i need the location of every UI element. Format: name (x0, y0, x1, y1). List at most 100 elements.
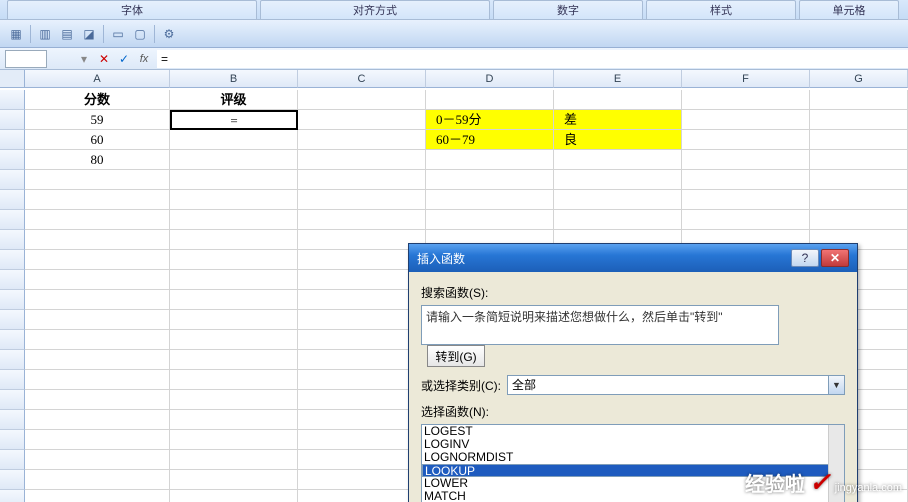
cell-empty[interactable] (554, 210, 682, 230)
cell-empty[interactable] (25, 230, 170, 250)
row-header[interactable] (0, 190, 25, 210)
cell-empty[interactable] (25, 310, 170, 330)
cell-E3[interactable]: 良 (554, 130, 682, 150)
cell-A2[interactable]: 59 (25, 110, 170, 130)
cell-empty[interactable] (298, 470, 426, 490)
cell-G3[interactable] (810, 130, 908, 150)
cell-empty[interactable] (170, 410, 298, 430)
cell-empty[interactable] (25, 490, 170, 502)
cell-empty[interactable] (170, 310, 298, 330)
dropdown-icon[interactable]: ▾ (75, 51, 93, 67)
cell-empty[interactable] (25, 450, 170, 470)
cell-empty[interactable] (298, 330, 426, 350)
row-header[interactable] (0, 270, 25, 290)
cell-empty[interactable] (25, 290, 170, 310)
cell-empty[interactable] (810, 170, 908, 190)
cell-empty[interactable] (170, 390, 298, 410)
cell-A4[interactable]: 80 (25, 150, 170, 170)
cell-empty[interactable] (298, 190, 426, 210)
cell-empty[interactable] (298, 310, 426, 330)
row-header[interactable] (0, 330, 25, 350)
cell-empty[interactable] (298, 350, 426, 370)
list-item[interactable]: LOGEST (422, 425, 844, 438)
ribbon-tab-number[interactable]: 数字 (493, 0, 643, 19)
cell-E1[interactable] (554, 90, 682, 110)
cell-empty[interactable] (25, 170, 170, 190)
ribbon-tab-style[interactable]: 样式 (646, 0, 796, 19)
row-header[interactable] (0, 390, 25, 410)
cell-C4[interactable] (298, 150, 426, 170)
cell-empty[interactable] (682, 170, 810, 190)
cell-G2[interactable] (810, 110, 908, 130)
cell-empty[interactable] (298, 370, 426, 390)
col-header-C[interactable]: C (298, 70, 426, 88)
formula-input[interactable]: = (157, 50, 908, 68)
category-select[interactable]: 全部 ▼ (507, 375, 845, 395)
cell-empty[interactable] (298, 290, 426, 310)
cell-D3[interactable]: 60－79 (426, 130, 554, 150)
ribbon-tab-cells[interactable]: 单元格 (799, 0, 899, 19)
qat-sort-icon[interactable]: ▤ (59, 26, 75, 42)
cell-empty[interactable] (298, 390, 426, 410)
row-header[interactable] (0, 150, 25, 170)
row-header[interactable] (0, 470, 25, 490)
cell-empty[interactable] (426, 210, 554, 230)
row-header[interactable] (0, 350, 25, 370)
col-header-B[interactable]: B (170, 70, 298, 88)
cell-empty[interactable] (170, 170, 298, 190)
cell-F3[interactable] (682, 130, 810, 150)
cell-empty[interactable] (25, 370, 170, 390)
cell-empty[interactable] (170, 270, 298, 290)
cell-empty[interactable] (298, 490, 426, 502)
dropdown-arrow-icon[interactable]: ▼ (828, 376, 844, 394)
cell-D2[interactable]: 0－59分 (426, 110, 554, 130)
row-header[interactable] (0, 370, 25, 390)
cell-empty[interactable] (682, 190, 810, 210)
row-header[interactable] (0, 110, 25, 130)
cell-F4[interactable] (682, 150, 810, 170)
col-header-A[interactable]: A (25, 70, 170, 88)
qat-image-icon[interactable]: ▢ (132, 26, 148, 42)
cell-empty[interactable] (25, 390, 170, 410)
cell-F2[interactable] (682, 110, 810, 130)
ribbon-tab-align[interactable]: 对齐方式 (260, 0, 490, 19)
row-header[interactable] (0, 250, 25, 270)
qat-filter-icon[interactable]: ◪ (81, 26, 97, 42)
cell-empty[interactable] (25, 410, 170, 430)
cell-empty[interactable] (682, 210, 810, 230)
col-header-G[interactable]: G (810, 70, 908, 88)
row-header[interactable] (0, 430, 25, 450)
go-button[interactable]: 转到(G) (427, 345, 485, 367)
ribbon-tab-font[interactable]: 字体 (7, 0, 257, 19)
row-header[interactable] (0, 170, 25, 190)
col-header-F[interactable]: F (682, 70, 810, 88)
cell-D4[interactable] (426, 150, 554, 170)
cell-empty[interactable] (170, 450, 298, 470)
row-header[interactable] (0, 490, 25, 502)
name-box[interactable] (5, 50, 47, 68)
cell-E2[interactable]: 差 (554, 110, 682, 130)
cell-empty[interactable] (25, 330, 170, 350)
cell-E4[interactable] (554, 150, 682, 170)
cell-B4[interactable] (170, 150, 298, 170)
cell-G4[interactable] (810, 150, 908, 170)
cell-empty[interactable] (554, 170, 682, 190)
cell-empty[interactable] (170, 190, 298, 210)
cell-empty[interactable] (554, 190, 682, 210)
cell-empty[interactable] (426, 170, 554, 190)
cell-empty[interactable] (426, 190, 554, 210)
cell-C1[interactable] (298, 90, 426, 110)
cell-B3[interactable] (170, 130, 298, 150)
cell-empty[interactable] (25, 470, 170, 490)
cell-empty[interactable] (25, 190, 170, 210)
cell-empty[interactable] (170, 230, 298, 250)
cell-G1[interactable] (810, 90, 908, 110)
cell-empty[interactable] (25, 210, 170, 230)
cell-empty[interactable] (170, 210, 298, 230)
row-header[interactable] (0, 90, 25, 110)
cell-empty[interactable] (170, 490, 298, 502)
cell-empty[interactable] (170, 430, 298, 450)
cell-B2-active[interactable]: = (170, 110, 298, 130)
col-header-E[interactable]: E (554, 70, 682, 88)
cell-D1[interactable] (426, 90, 554, 110)
